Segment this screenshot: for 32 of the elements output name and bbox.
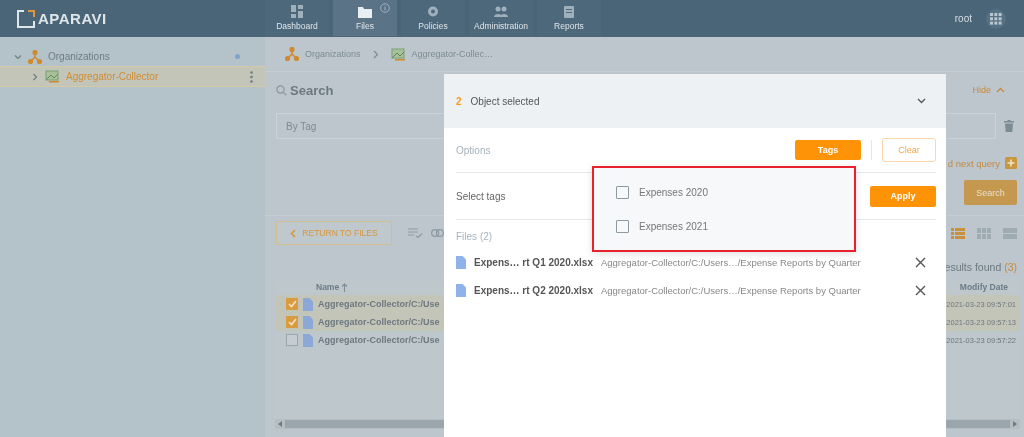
dialog-header[interactable]: 2 Object selected [444,74,946,128]
breadcrumb-link[interactable]: Organizations [285,47,361,61]
user-name: root [954,13,972,24]
search-button[interactable]: Search [964,180,1017,205]
return-button[interactable]: RETURN TO FILES [276,221,392,245]
column-header[interactable]: Modify Date [959,282,1008,292]
table-cell: Aggregator-Collector/C:/Use [318,317,440,327]
selected-count: 2 [456,95,462,107]
breadcrumb-link[interactable]: Aggregator-Collec… [390,47,494,61]
hide-button[interactable]: Hide [972,85,1017,95]
tag-option[interactable]: Expenses 2021 [616,219,854,233]
column-header[interactable]: Name [316,282,349,292]
tags-button[interactable]: Tags [795,140,861,160]
table-cell: Aggregator-Collector/C:/Use [318,299,440,309]
apply-button[interactable]: Apply [870,185,936,207]
tree-item[interactable]: Organizations [0,47,265,66]
section-title: Search [276,82,334,98]
select-tags-label: Select tags [456,190,506,202]
table-cell: Aggregator-Collector/C:/Use [318,335,440,345]
tree-item[interactable]: Aggregator-Collector [0,66,265,87]
options-label: Options [456,144,491,156]
nav-tab[interactable]: Files [333,0,397,36]
tag-option[interactable]: Expenses 2020 [616,185,854,199]
logo-text: APARAVI [38,10,107,27]
file-name: Expens… rt Q1 2020.xlsx [474,256,593,268]
file-path: Aggregator-Collector/C:/Users…/Expense Reports by Quarter [600,256,861,268]
clear-button[interactable]: Clear [882,138,936,162]
files-label: Files (2) [456,231,493,242]
file-path: Aggregator-Collector/C:/Users…/Expense Reports by Quarter [600,284,861,296]
file-name: Expens… rt Q2 2020.xlsx [474,284,593,296]
add-query-link[interactable]: d next query [947,157,1000,169]
dialog-title: Object selected [470,95,540,107]
